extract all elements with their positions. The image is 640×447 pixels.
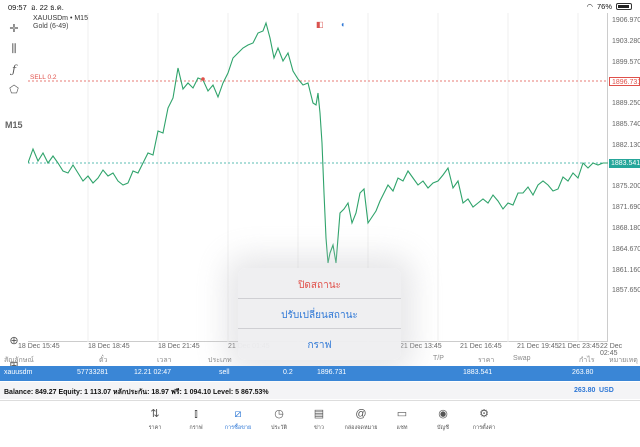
table-row[interactable]: xauusdm 57733281 12.21 02:47 sell 0.2 18…	[0, 366, 640, 381]
total-profit: 263.80	[574, 387, 596, 394]
tab-label: แชท	[396, 425, 408, 431]
price-axis-label: 1882.130	[612, 141, 640, 149]
time-axis-label: 21 Dec 16:45	[460, 343, 502, 350]
quotes-icon: ⇅	[150, 408, 160, 420]
price-axis-label: 1885.740	[612, 121, 640, 128]
sell-order-label: SELL 0.2	[30, 74, 57, 81]
bottom-tab-bar: ⇅ ราคา ⫾ กราฟ ⧄ การซื้อขาย ◷ ประวัติ ▤ ข่าว @…	[0, 400, 640, 447]
time-axis-label: 18 Dec 21:45	[158, 343, 200, 350]
col-price: ราคา	[478, 357, 495, 364]
function-icon[interactable]: ƒ	[4, 60, 24, 78]
price-axis-label: 1889.250	[612, 100, 640, 108]
col-swap: Swap	[513, 355, 531, 362]
status-right: ◠ 76%	[586, 2, 632, 11]
price-axis-label: 1857.650	[612, 287, 640, 295]
tab-history[interactable]: ◷ ประวัติ	[259, 407, 299, 432]
tab-account[interactable]: ◉ บัญชี	[423, 407, 463, 432]
tab-label: ประวัติ	[270, 425, 288, 431]
tab-settings[interactable]: ⚙ การตั้งค่า	[464, 407, 504, 432]
price-axis-label: 1868.180	[612, 225, 640, 232]
account-icon: ◉	[438, 408, 448, 420]
time-axis-label: 21 Dec 19:45	[517, 343, 559, 350]
timeframe-button[interactable]: M15	[5, 120, 23, 130]
tab-label: ข่าว	[314, 425, 324, 431]
col-time: เวลา	[157, 357, 172, 364]
row-symbol: xauusdm	[4, 369, 33, 376]
col-profit: กำไร	[579, 357, 595, 364]
mailbox-icon: @	[355, 408, 367, 420]
row-current-price: 1883.541	[463, 369, 493, 376]
balance-bar: Balance: 849.27 Equity: 1 113.07 หลักประ…	[0, 382, 640, 399]
tab-chat[interactable]: ▭ แชท	[382, 407, 422, 432]
battery-percent: 76%	[596, 2, 612, 11]
tab-quotes[interactable]: ⇅ ราคา	[135, 407, 175, 432]
price-axis-label: 1861.160	[612, 266, 640, 274]
col-symbol: สัญลักษณ์	[4, 357, 34, 364]
indicators-icon[interactable]: ⫼	[4, 40, 24, 58]
oneclick-icon[interactable]: ◐	[341, 20, 346, 29]
tab-label: ราคา	[148, 425, 162, 431]
tab-label: บัญชี	[437, 425, 449, 431]
tab-label: กล่องจดหมาย	[344, 425, 378, 431]
tab-label: กราฟ	[189, 425, 203, 431]
time-axis-label: 21 Dec 13:45	[400, 343, 442, 350]
settings-icon: ⚙	[479, 408, 489, 420]
chat-icon: ▭	[396, 408, 408, 420]
news-icon: ▤	[313, 408, 325, 420]
col-type: ประเภท	[208, 357, 232, 364]
time-axis-label: 21 Dec 23:45	[558, 343, 600, 350]
price-axis-label: 1906.970	[612, 17, 640, 24]
col-comment: หมายเหตุ	[609, 357, 638, 364]
tab-label: การตั้งค่า	[472, 425, 496, 431]
chart-button[interactable]: กราฟ	[238, 338, 401, 353]
time-axis-label: 18 Dec 15:45	[18, 343, 60, 350]
balance-summary: Balance: 849.27 Equity: 1 113.07 หลักประ…	[4, 389, 269, 396]
chart-icon: ⫾	[194, 408, 198, 420]
row-open-price: 1896.731	[317, 369, 347, 376]
sell-entry-marker	[201, 77, 205, 81]
time-axis-label: 18 Dec 18:45	[88, 343, 130, 350]
tab-news[interactable]: ▤ ข่าว	[299, 407, 339, 432]
row-type: sell	[219, 369, 230, 376]
objects-icon[interactable]: ⬠	[4, 80, 24, 98]
tab-label: การซื้อขาย	[224, 425, 252, 431]
trade-icon: ⧄	[234, 408, 242, 420]
price-axis-label: 1903.280	[612, 37, 640, 45]
crosshair-icon[interactable]: ✛	[4, 19, 24, 37]
position-action-menu: ปิดสถานะ ปรับเปลี่ยนสถานะ กราฟ	[238, 268, 401, 360]
trade-table-header: สัญลักษณ์ ตั๋ว เวลา ประเภท T/P ราคา Swap…	[0, 352, 640, 365]
history-icon: ◷	[274, 408, 284, 420]
wifi-icon: ◠	[586, 2, 593, 11]
row-time: 12.21 02:47	[134, 369, 171, 376]
currency: USD	[599, 387, 614, 394]
modify-position-button[interactable]: ปรับเปลี่ยนสถานะ	[238, 308, 401, 323]
price-axis-label: 1875.200	[612, 183, 640, 191]
tab-mailbox[interactable]: @ กล่องจดหมาย	[341, 407, 381, 432]
col-tp: T/P	[433, 355, 444, 362]
flag-icon[interactable]: ◧	[316, 20, 324, 29]
current-price-tag: 1883.541	[609, 159, 640, 168]
price-axis-label: 1871.690	[612, 204, 640, 212]
tab-trade[interactable]: ⧄ การซื้อขาย	[218, 407, 258, 432]
menu-divider	[238, 298, 401, 299]
col-ticket: ตั๋ว	[99, 357, 108, 364]
symbol-subtitle: Gold (6-49)	[33, 23, 69, 30]
menu-divider	[238, 328, 401, 329]
sell-price-tag: 1896.731	[609, 77, 640, 86]
price-axis-label: 1864.670	[612, 245, 640, 253]
row-profit: 263.80	[572, 369, 594, 376]
status-bar: 09:57 อ. 22 ธ.ค. ◠ 76%	[0, 0, 640, 12]
row-ticket: 57733281	[77, 369, 109, 376]
price-axis-label: 1899.570	[612, 58, 640, 66]
close-position-button[interactable]: ปิดสถานะ	[238, 278, 401, 293]
symbol-title: XAUUSDm • M15	[33, 15, 88, 22]
left-toolbar: ✛ ⫼ ƒ ⬠ M15 ⊕ ⊞	[0, 13, 28, 372]
tab-chart[interactable]: ⫾ กราฟ	[176, 407, 216, 432]
row-volume: 0.2	[283, 369, 293, 376]
battery-icon	[616, 3, 632, 10]
price-series-line	[27, 21, 608, 264]
